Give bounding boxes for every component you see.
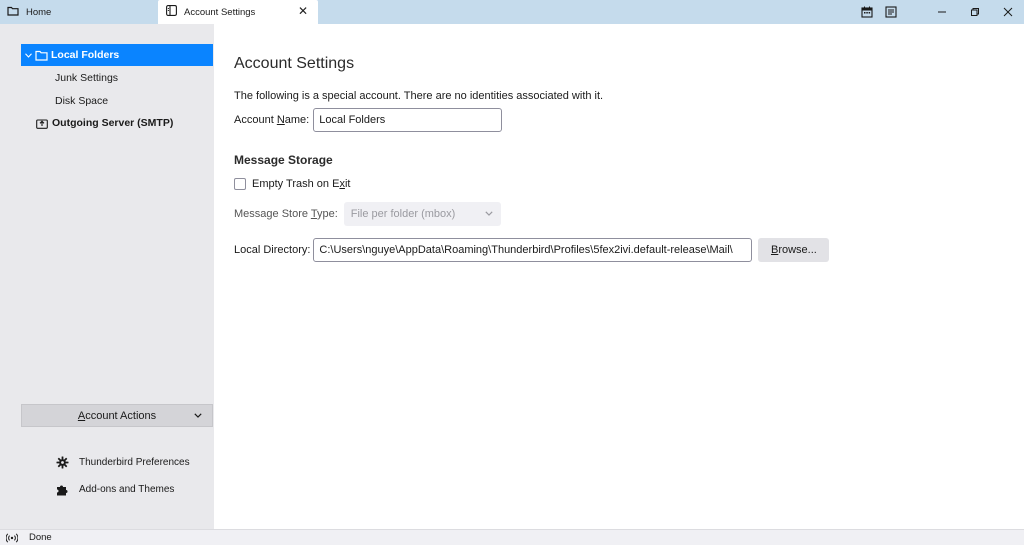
tree-item-label: Outgoing Server (SMTP) <box>52 117 174 129</box>
tree-item-local-folders[interactable]: Local Folders <box>21 44 213 66</box>
store-type-label: Message Store Type: <box>234 208 338 220</box>
browse-button[interactable]: Browse... <box>758 238 830 262</box>
local-directory-row: Local Directory: C:\Users\nguye\AppData\… <box>234 238 830 262</box>
folder-icon <box>35 49 49 61</box>
chevron-down-icon[interactable] <box>25 51 35 60</box>
account-actions-button[interactable]: Account Actions <box>21 404 213 427</box>
empty-trash-row: Empty Trash on Exit <box>234 178 350 190</box>
empty-trash-label[interactable]: Empty Trash on Exit <box>252 178 350 190</box>
folder-icon <box>7 6 19 19</box>
store-type-row: Message Store Type: File per folder (mbo… <box>234 202 501 226</box>
tab-home-label: Home <box>26 6 52 18</box>
calendar-icon[interactable] <box>855 0 879 24</box>
window-controls <box>855 0 1024 24</box>
account-name-row: Account Name: Local Folders <box>234 108 503 132</box>
puzzle-icon <box>55 482 69 496</box>
account-tree-sidebar: Local Folders Junk Settings Disk Space O… <box>0 24 214 529</box>
tab-bar: Home Account Settings ✕ <box>0 0 1024 24</box>
settings-page-icon <box>166 5 177 19</box>
gear-icon <box>55 455 69 469</box>
store-type-value: File per folder (mbox) <box>350 208 456 220</box>
tree-item-label: Disk Space <box>55 95 109 107</box>
online-status-icon[interactable] <box>6 532 18 543</box>
chevron-down-icon <box>194 410 202 420</box>
close-window-icon[interactable] <box>991 0 1024 24</box>
tab-account-settings-label: Account Settings <box>184 6 256 18</box>
local-directory-input[interactable]: C:\Users\nguye\AppData\Roaming\Thunderbi… <box>313 238 753 262</box>
addons-and-themes-link[interactable]: Add-ons and Themes <box>55 480 205 498</box>
tree-item-label: Local Folders <box>51 49 120 61</box>
restore-icon[interactable] <box>958 0 991 24</box>
empty-trash-checkbox[interactable] <box>234 178 246 190</box>
minimize-icon[interactable] <box>925 0 958 24</box>
tree-item-label: Junk Settings <box>55 72 119 84</box>
outgoing-server-icon <box>36 117 50 129</box>
tab-home[interactable]: Home <box>0 0 158 24</box>
page-title: Account Settings <box>234 55 355 72</box>
tab-account-settings[interactable]: Account Settings ✕ <box>158 0 318 24</box>
account-name-label: Account Name: <box>234 114 310 126</box>
tree-item-disk-space[interactable]: Disk Space <box>21 90 213 112</box>
thunderbird-preferences-link[interactable]: Thunderbird Preferences <box>55 453 205 471</box>
status-bar: Done <box>0 529 1024 545</box>
tasks-icon[interactable] <box>879 0 903 24</box>
tree-item-junk-settings[interactable]: Junk Settings <box>21 67 213 89</box>
status-text: Done <box>29 532 52 543</box>
thunderbird-preferences-label: Thunderbird Preferences <box>79 456 190 468</box>
close-tab-icon[interactable]: ✕ <box>298 5 308 17</box>
chevron-down-icon <box>485 208 493 218</box>
account-actions-label: Account Actions <box>77 409 157 422</box>
account-name-input[interactable]: Local Folders <box>313 108 503 132</box>
account-settings-panel: Account Settings The following is a spec… <box>214 24 1024 529</box>
account-description: The following is a special account. Ther… <box>234 90 604 102</box>
tree-item-outgoing-server[interactable]: Outgoing Server (SMTP) <box>36 112 213 134</box>
store-type-select[interactable]: File per folder (mbox) <box>343 202 501 226</box>
message-storage-heading: Message Storage <box>234 153 333 167</box>
local-directory-label: Local Directory: <box>234 244 311 256</box>
addons-and-themes-label: Add-ons and Themes <box>79 483 175 495</box>
